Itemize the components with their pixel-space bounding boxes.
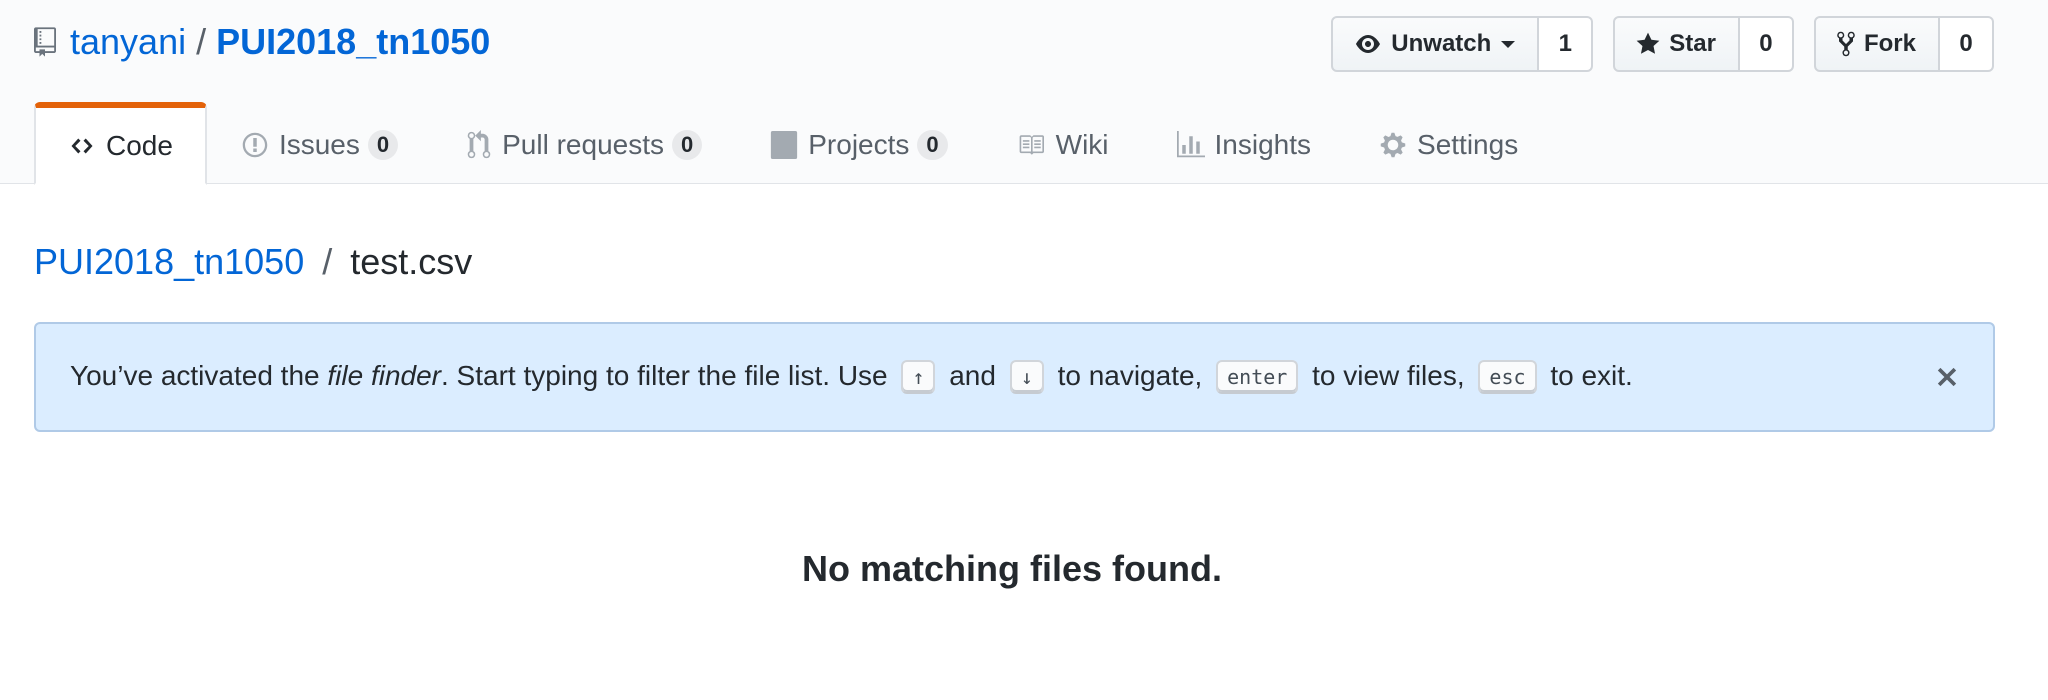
issues-counter: 0 <box>367 130 399 160</box>
tab-pull-requests[interactable]: Pull requests 0 <box>432 102 736 184</box>
pull-request-icon <box>467 130 491 159</box>
flash-text-intro: You’ve activated the <box>70 359 328 391</box>
star-label: Star <box>1669 30 1716 57</box>
tab-wiki-label: Wiki <box>1055 129 1109 160</box>
tab-issues[interactable]: Issues 0 <box>207 102 432 184</box>
fork-button[interactable]: Fork <box>1813 16 1940 72</box>
tab-code-label: Code <box>106 129 173 161</box>
star-button[interactable]: Star <box>1613 16 1740 72</box>
repo-nav-tabs: Code Issues 0 Pull requests 0 Projects 0… <box>34 102 1552 185</box>
flash-text-emphasis: file finder <box>327 359 441 391</box>
project-icon <box>771 131 798 159</box>
unwatch-button[interactable]: Unwatch <box>1331 16 1540 72</box>
tab-insights-label: Insights <box>1214 129 1312 160</box>
tab-issues-label: Issues <box>278 129 360 160</box>
repo-owner-link[interactable]: tanyani <box>70 18 186 66</box>
tab-insights[interactable]: Insights <box>1143 102 1346 184</box>
pull-requests-counter: 0 <box>672 130 703 160</box>
forks-count[interactable]: 0 <box>1940 16 1994 72</box>
repo-title: tanyani / PUI2018_tn1050 <box>34 18 490 66</box>
watch-button-group: Unwatch 1 <box>1331 16 1594 72</box>
tab-projects-label: Projects <box>808 129 910 160</box>
tab-settings-label: Settings <box>1417 129 1519 160</box>
gear-icon <box>1380 132 1406 158</box>
fork-label: Fork <box>1863 30 1916 57</box>
key-down: ↓ <box>1009 360 1044 395</box>
issue-icon <box>242 132 268 158</box>
repo-header: tanyani / PUI2018_tn1050 Unwatch 1 Star … <box>0 0 2048 185</box>
graph-icon <box>1176 131 1205 158</box>
code-icon <box>71 138 93 153</box>
star-icon <box>1636 32 1660 54</box>
stargazers-count[interactable]: 0 <box>1739 16 1794 72</box>
flash-message: You’ve activated the file finder. Start … <box>70 360 1633 395</box>
breadcrumb: PUI2018_tn1050 / test.csv <box>34 238 472 286</box>
tab-projects[interactable]: Projects 0 <box>736 102 981 184</box>
tab-settings[interactable]: Settings <box>1345 102 1552 184</box>
eye-icon <box>1356 35 1381 53</box>
flash-text-navigate: to navigate, <box>1057 359 1203 391</box>
unwatch-label: Unwatch <box>1391 30 1492 57</box>
repo-name-link[interactable]: PUI2018_tn1050 <box>216 18 490 66</box>
close-icon[interactable] <box>1933 363 1961 391</box>
breadcrumb-separator: / <box>322 241 333 282</box>
repo-actions: Unwatch 1 Star 0 Fork 0 <box>1331 16 1994 72</box>
fork-icon <box>1837 31 1855 57</box>
file-finder-flash: You’ve activated the file finder. Start … <box>34 322 1995 432</box>
key-esc: esc <box>1478 360 1537 395</box>
star-button-group: Star 0 <box>1613 16 1794 72</box>
book-icon <box>1019 135 1044 155</box>
no-results-message: No matching files found. <box>802 548 1222 589</box>
flash-text-instructions: . Start typing to filter the file list. … <box>441 359 888 391</box>
breadcrumb-current-file: test.csv <box>350 241 473 282</box>
tab-pull-requests-label: Pull requests <box>502 129 664 160</box>
repo-icon <box>34 26 58 58</box>
key-up: ↑ <box>901 360 936 395</box>
flash-text-view: to view files, <box>1312 359 1465 391</box>
flash-text-exit: to exit. <box>1550 359 1633 391</box>
caret-down-icon <box>1501 41 1516 48</box>
flash-text-and: and <box>949 359 996 391</box>
fork-button-group: Fork 0 <box>1813 16 1994 72</box>
watchers-count[interactable]: 1 <box>1539 16 1594 72</box>
key-enter: enter <box>1216 360 1299 395</box>
repo-title-separator: / <box>196 21 207 62</box>
projects-counter: 0 <box>917 130 948 160</box>
tab-code[interactable]: Code <box>34 102 207 185</box>
tab-wiki[interactable]: Wiki <box>982 102 1143 184</box>
breadcrumb-repo-link[interactable]: PUI2018_tn1050 <box>34 241 304 282</box>
